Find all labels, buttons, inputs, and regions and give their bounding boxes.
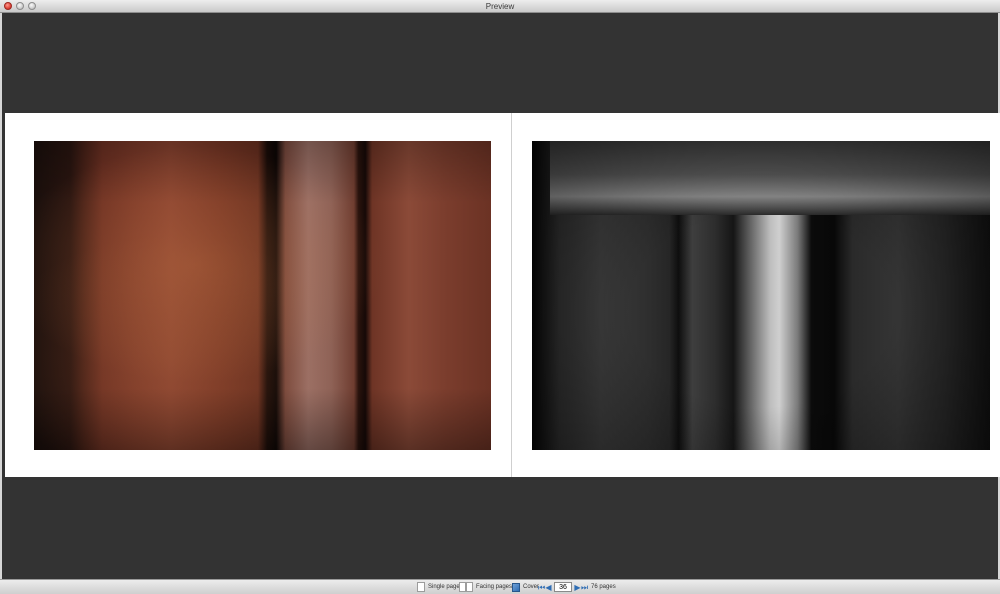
title-bar[interactable]: Preview	[0, 0, 1000, 13]
page-navigation: ⏮ ◀ ▶ ⏭ 76 pages	[538, 581, 616, 593]
next-page-icon[interactable]: ▶	[574, 583, 581, 592]
page-gutter	[511, 113, 512, 477]
first-page-icon[interactable]: ⏮	[538, 583, 545, 592]
bottom-toolbar: Single page Facing pages Cover ⏮ ◀ ▶ ⏭ 7…	[0, 579, 1000, 594]
cover-label: Cover	[523, 584, 540, 590]
window-title: Preview	[485, 2, 515, 11]
left-photo-shading	[34, 141, 491, 450]
last-page-icon[interactable]: ⏭	[581, 583, 588, 592]
cover-option[interactable]: Cover	[512, 581, 539, 593]
single-page-option[interactable]: Single page	[417, 581, 460, 593]
right-page-photo	[532, 141, 990, 450]
previous-page-icon[interactable]: ◀	[545, 583, 552, 592]
single-page-icon	[417, 582, 425, 592]
left-page-photo	[34, 141, 491, 450]
facing-pages-option[interactable]: Facing pages	[459, 581, 512, 593]
cover-icon	[512, 582, 520, 592]
right-photo-shading	[532, 141, 990, 450]
preview-window: Preview Single page Facing pages Cover ⏮…	[0, 0, 1000, 594]
facing-pages-icon	[459, 582, 473, 592]
window-edge-left	[0, 13, 2, 580]
single-page-label: Single page	[428, 584, 460, 590]
page-count-label: 76 pages	[591, 584, 616, 590]
book-page-spread	[5, 113, 1000, 477]
page-number-input[interactable]	[554, 582, 572, 592]
facing-pages-label: Facing pages	[476, 584, 513, 590]
